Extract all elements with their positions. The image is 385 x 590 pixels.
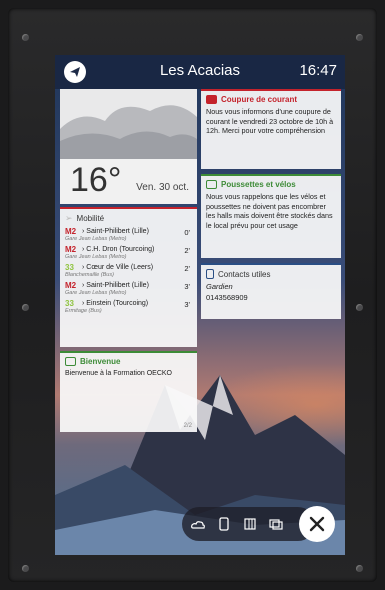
alert-title: Coupure de courant — [221, 95, 298, 104]
contacts-header: Contacts utiles — [206, 269, 336, 279]
screw — [356, 34, 363, 41]
contact-name: Gardien — [206, 282, 233, 291]
stop-name: Ermitage (Bus) — [65, 308, 102, 314]
stop-name: Blanchemaille (Bus) — [65, 272, 114, 278]
weather-date: Ven. 30 oct. — [136, 182, 189, 193]
alert-body: Nous vous informons d'une coupure de cou… — [206, 107, 334, 135]
contacts-title: Contacts utiles — [218, 269, 271, 279]
close-icon — [309, 516, 325, 532]
screw — [356, 565, 363, 572]
line-badge: 33 — [65, 263, 74, 272]
close-button[interactable] — [299, 506, 335, 542]
message-icon — [206, 180, 217, 189]
strollers-card[interactable]: Poussettes et vélos Nous vous rappelons … — [201, 174, 341, 258]
temperature: 16° — [70, 161, 122, 199]
phone-icon[interactable] — [216, 516, 232, 532]
departure-row: 33 › Einstein (Tourcoing) Ermitage (Bus) 3' — [65, 299, 192, 314]
departures-list: M2 › Saint-Philibert (Lille) Gare Jean Leb… — [65, 227, 192, 314]
welcome-title: Bienvenue — [80, 357, 121, 366]
message-icon — [65, 357, 76, 366]
stop-name: Gare Jean Lebas (Metro) — [65, 236, 127, 242]
departure-minutes: 3' — [184, 300, 190, 309]
line-badge: M2 — [65, 227, 77, 236]
destination: › Cœur de Ville (Leers) — [82, 264, 154, 271]
weather-icon[interactable] — [190, 516, 206, 532]
top-bar: Les Acacias 16:47 — [55, 55, 345, 89]
navigation-icon: ➢ — [65, 213, 73, 223]
alert-card[interactable]: Coupure de courant Nous vous informons d… — [201, 89, 341, 169]
destination: › Einstein (Tourcoing) — [82, 300, 149, 307]
bottom-dock — [182, 507, 315, 541]
mobility-header: ➢ Mobilité — [65, 213, 192, 224]
welcome-body: Bienvenue à la Formation OECKO — [65, 370, 172, 377]
departure-row: 33 › Cœur de Ville (Leers) Blanchemaille (… — [65, 263, 192, 278]
strollers-title: Poussettes et vélos — [221, 180, 296, 189]
line-badge: M2 — [65, 245, 77, 254]
weather-card[interactable]: 16° Ven. 30 oct. — [60, 89, 197, 204]
departure-minutes: 0' — [184, 228, 190, 237]
phone-icon — [206, 269, 214, 279]
line-badge: 33 — [65, 299, 74, 308]
messages-icon[interactable] — [268, 516, 284, 532]
clock: 16:47 — [299, 62, 337, 79]
screw — [22, 34, 29, 41]
departure-minutes: 3' — [184, 282, 190, 291]
welcome-header: Bienvenue — [65, 357, 192, 366]
truck-icon — [206, 95, 217, 104]
departure-row: M2 › Saint-Philibert (Lille) Gare Jean Leb… — [65, 227, 192, 242]
screw — [22, 565, 29, 572]
departure-row: M2 › Saint-Philibert (Lille) Gare Jean Leb… — [65, 281, 192, 296]
destination: › Saint-Philibert (Lille) — [82, 228, 149, 235]
departure-row: M2 › C.H. Dron (Tourcoing) Gare Jean Lebas… — [65, 245, 192, 260]
stop-name: Gare Jean Lebas (Metro) — [65, 254, 127, 260]
departure-minutes: 2' — [184, 246, 190, 255]
alert-header: Coupure de courant — [206, 95, 336, 104]
destination: › Saint-Philibert (Lille) — [82, 282, 149, 289]
line-badge: M2 — [65, 281, 77, 290]
destination: › C.H. Dron (Tourcoing) — [82, 246, 155, 253]
screw — [356, 304, 363, 311]
screw — [22, 304, 29, 311]
contacts-card[interactable]: Contacts utiles Gardien 0143568909 — [201, 263, 341, 319]
mobility-title: Mobilité — [76, 214, 105, 223]
welcome-card[interactable]: Bienvenue Bienvenue à la Formation OECKO… — [60, 351, 197, 432]
strollers-body: Nous vous rappelons que les vélos et pou… — [206, 192, 333, 230]
columns-icon[interactable] — [242, 516, 258, 532]
kiosk-screen: Les Acacias 16:47 16° Ven. 30 oct. Coupu… — [55, 55, 345, 555]
departure-minutes: 2' — [184, 264, 190, 273]
contact-phone[interactable]: 0143568909 — [206, 293, 336, 303]
cloud-icon — [60, 89, 197, 159]
mobility-card[interactable]: ➢ Mobilité M2 › Saint-Philibert (Lille) Ga… — [60, 207, 197, 347]
stop-name: Gare Jean Lebas (Metro) — [65, 290, 127, 296]
page-indicator: 2/2 — [183, 423, 192, 429]
strollers-header: Poussettes et vélos — [206, 180, 336, 189]
